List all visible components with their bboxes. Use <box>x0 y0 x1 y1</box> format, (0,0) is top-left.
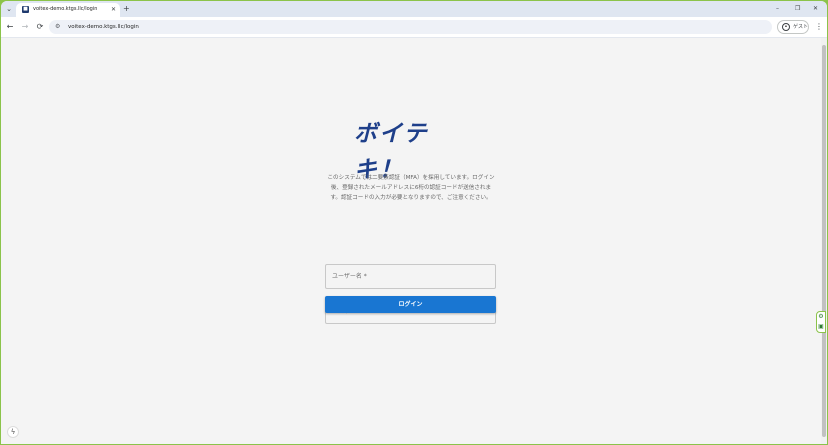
tab-login[interactable]: ■ voitex-demo.ktgs.llc/login ✕ <box>16 3 120 17</box>
page-content <box>1 38 821 444</box>
tab-close-icon[interactable]: ✕ <box>111 5 116 14</box>
browser-menu-icon[interactable]: ⋮ <box>815 21 823 33</box>
scrollbar[interactable] <box>821 38 827 444</box>
login-button[interactable]: ログイン <box>325 296 496 313</box>
browser-window: ⌄ ■ voitex-demo.ktgs.llc/login ✕ + – ❐ ✕… <box>1 1 827 444</box>
mfa-notice: このシステムでは二要素認証（MFA）を採用しています。ログイン後、登録されたメー… <box>327 175 495 201</box>
username-label: ユーザー名 * <box>332 273 367 280</box>
extension-panel-icon[interactable]: ▣ <box>817 322 825 332</box>
username-field[interactable]: ユーザー名 * <box>325 264 496 289</box>
reload-icon[interactable]: ⟳ <box>35 22 45 32</box>
new-tab-button[interactable]: + <box>123 3 130 14</box>
maximize-button[interactable]: ❐ <box>795 3 800 14</box>
profile-button[interactable]: • ゲスト <box>777 20 809 34</box>
favicon-icon: ■ <box>22 6 29 13</box>
extension-gear-icon[interactable]: ⚙ <box>817 312 825 322</box>
app-logo: ボイテキ！ <box>354 121 429 183</box>
tab-strip: ⌄ ■ voitex-demo.ktgs.llc/login ✕ + – ❐ ✕ <box>1 1 827 17</box>
address-bar[interactable]: ⚙ voitex-demo.ktgs.llc/login <box>49 20 772 34</box>
minimize-button[interactable]: – <box>776 3 779 14</box>
forward-icon[interactable]: → <box>20 22 30 32</box>
window-close-button[interactable]: ✕ <box>813 3 818 14</box>
assist-icon[interactable]: ϟ <box>7 426 19 438</box>
profile-icon: • <box>782 23 790 31</box>
tab-search-icon[interactable]: ⌄ <box>4 4 14 14</box>
side-extension-widget[interactable]: ⚙ ▣ <box>816 311 826 333</box>
scrollbar-thumb[interactable] <box>822 45 826 437</box>
toolbar: ← → ⟳ ⚙ voitex-demo.ktgs.llc/login • ゲスト… <box>1 17 827 38</box>
profile-label: ゲスト <box>793 24 809 30</box>
site-info-icon[interactable]: ⚙ <box>55 22 60 32</box>
back-icon[interactable]: ← <box>5 22 15 32</box>
url-text[interactable]: voitex-demo.ktgs.llc/login <box>68 22 139 32</box>
tab-title: voitex-demo.ktgs.llc/login <box>33 6 98 12</box>
